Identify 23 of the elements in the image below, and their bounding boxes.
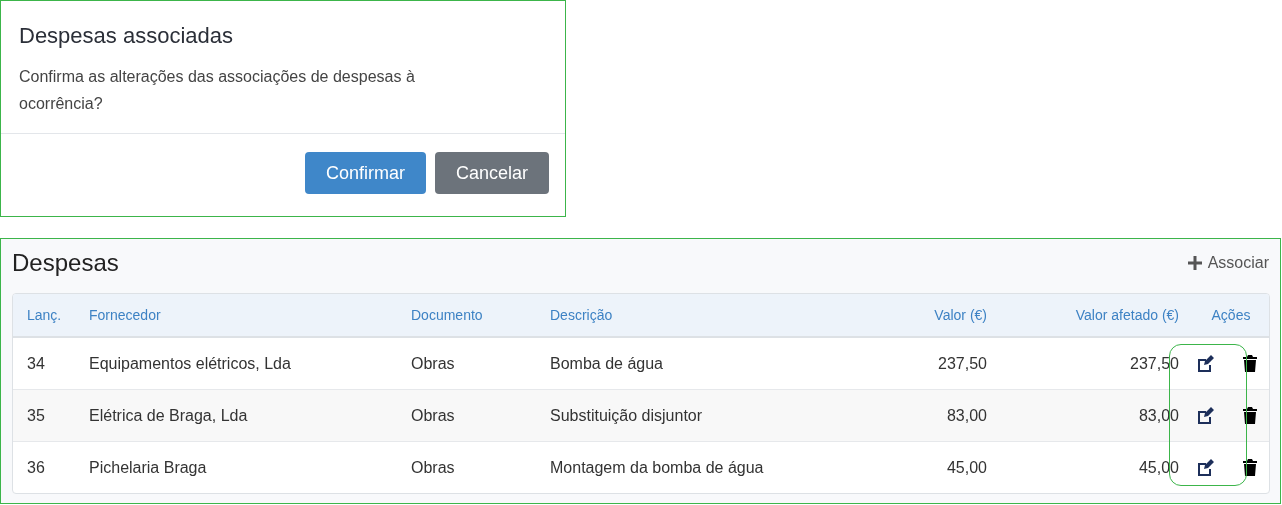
column-header: Descrição bbox=[536, 294, 861, 337]
column-header: Lanç. bbox=[13, 294, 75, 337]
column-header: Fornecedor bbox=[75, 294, 397, 337]
cancel-button[interactable]: Cancelar bbox=[435, 152, 549, 194]
panel-title: Despesas bbox=[12, 249, 119, 277]
table-cell: Substituição disjuntor bbox=[536, 389, 861, 442]
table-cell: 83,00 bbox=[861, 389, 1001, 442]
table-cell: Obras bbox=[397, 441, 536, 493]
table-cell: Obras bbox=[397, 389, 536, 442]
table-cell: Elétrica de Braga, Lda bbox=[75, 389, 397, 442]
table-cell: Pichelaria Braga bbox=[75, 441, 397, 493]
associate-button[interactable]: Associar bbox=[1187, 254, 1269, 272]
table-cell: 35 bbox=[13, 389, 75, 442]
column-header: Valor (€) bbox=[861, 294, 1001, 337]
dialog-title: Despesas associadas bbox=[18, 22, 234, 49]
dialog-message: Confirma as alterações das associações de despesas à ocorrência? bbox=[18, 67, 416, 114]
table-cell: 45,00 bbox=[861, 441, 1001, 493]
table-cell: Montagem da bomba de água bbox=[536, 441, 861, 493]
table-cell: 36 bbox=[13, 441, 75, 493]
column-header: Documento bbox=[397, 294, 536, 337]
column-header: Valor afetado (€) bbox=[1001, 294, 1193, 337]
confirm-button[interactable]: Confirmar bbox=[305, 152, 426, 194]
column-header: Ações bbox=[1193, 294, 1269, 337]
